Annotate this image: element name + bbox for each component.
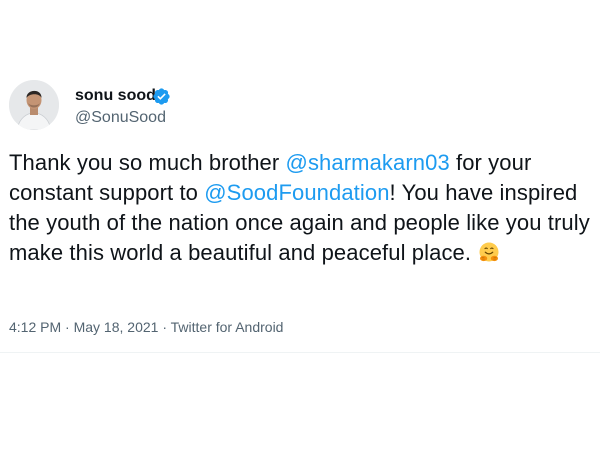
tweet-card: sonu sood @SonuSood Thank you so much br… — [0, 0, 600, 450]
avatar[interactable] — [9, 80, 59, 130]
avatar-photo-icon — [9, 80, 59, 130]
tweet-time[interactable]: 4:12 PM — [9, 319, 61, 335]
meta-separator: · — [61, 319, 74, 335]
tweet-meta: 4:12 PM · May 18, 2021 · Twitter for And… — [9, 318, 283, 336]
tweet-date[interactable]: May 18, 2021 — [74, 319, 159, 335]
verified-badge-icon — [153, 88, 170, 105]
mention-link[interactable]: @sharmakarn03 — [286, 150, 450, 175]
meta-separator: · — [158, 319, 171, 335]
tweet-source[interactable]: Twitter for Android — [171, 319, 284, 335]
tweet-text-part: Thank you so much brother — [9, 150, 286, 175]
hugging-face-icon — [479, 242, 499, 262]
mention-link[interactable]: @SoodFoundation — [204, 180, 389, 205]
author-handle[interactable]: @SonuSood — [75, 108, 166, 128]
divider — [0, 352, 600, 353]
author-display-name[interactable]: sonu sood — [75, 86, 156, 106]
tweet-text: Thank you so much brother @sharmakarn03 … — [9, 148, 594, 268]
